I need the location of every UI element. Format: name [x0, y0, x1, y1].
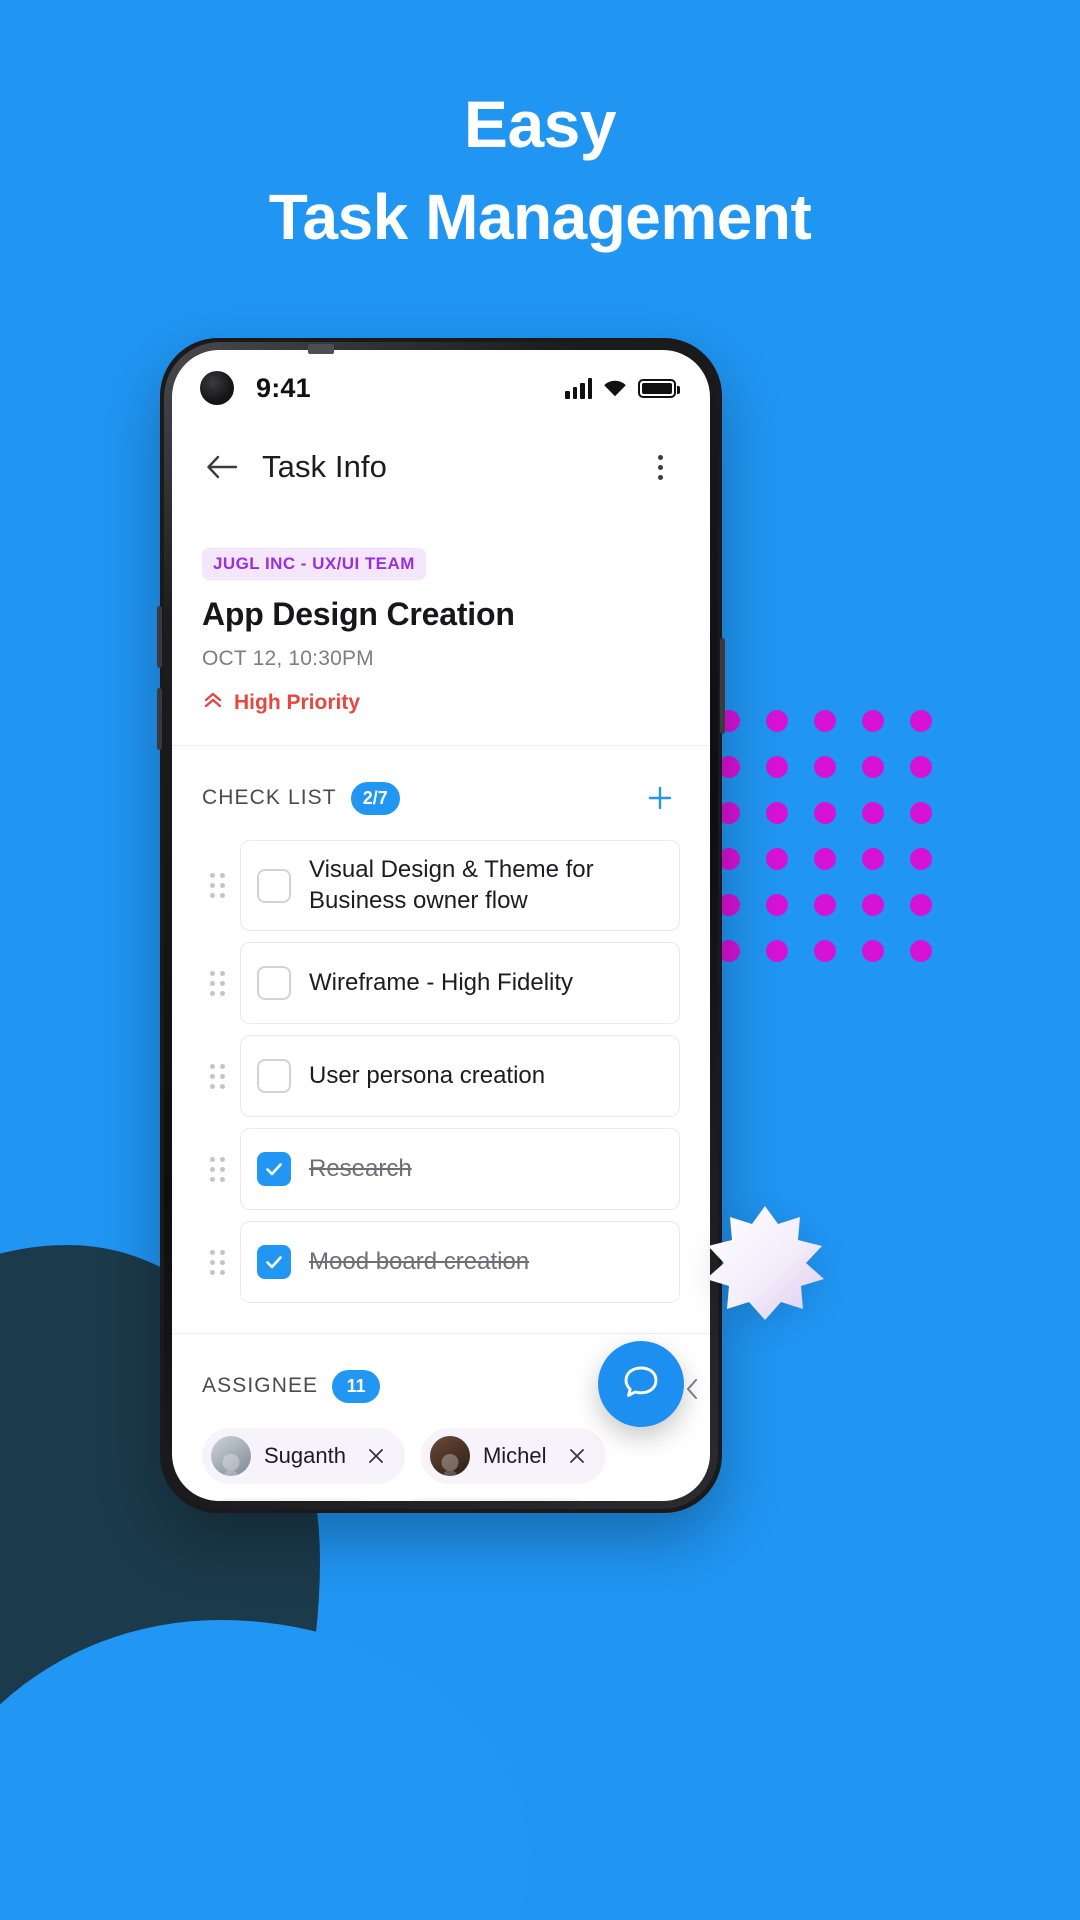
more-vertical-icon[interactable] [640, 445, 680, 489]
status-indicators [565, 377, 680, 399]
cellular-signal-icon [565, 377, 592, 399]
checklist-row[interactable]: Visual Design & Theme for Business owner… [202, 840, 680, 932]
avatar [211, 1436, 251, 1477]
blue-blob-decoration [0, 1620, 530, 1920]
checklist-row[interactable]: Research [202, 1128, 680, 1211]
checklist-item-label: User persona creation [309, 1062, 546, 1090]
checklist-item-card[interactable]: User persona creation [240, 1035, 680, 1118]
checklist-item-card[interactable]: Research [240, 1128, 680, 1211]
drag-handle-icon[interactable] [202, 1156, 232, 1182]
checklist-item-card[interactable]: Visual Design & Theme for Business owner… [240, 840, 680, 932]
chat-bubble-icon [619, 1360, 663, 1409]
page-title: Task Info [262, 449, 387, 484]
drag-handle-icon[interactable] [202, 873, 232, 899]
assignee-chip[interactable]: Diana [202, 1498, 381, 1501]
chat-fab-button[interactable] [598, 1341, 684, 1427]
assignee-chip[interactable]: Michel [420, 1428, 606, 1485]
assignee-chip[interactable]: Suganth [202, 1428, 405, 1485]
task-team-tag: JUGL INC - UX/UI TEAM [202, 548, 426, 580]
checkbox-unchecked-icon[interactable] [257, 966, 291, 1001]
drag-handle-icon[interactable] [202, 1249, 232, 1275]
checklist-label: CHECK LIST [202, 786, 337, 809]
star-sticker-decoration [702, 1204, 828, 1322]
chevrons-up-icon [202, 689, 224, 717]
assignee-name: Suganth [264, 1443, 346, 1469]
close-icon[interactable] [363, 1443, 389, 1469]
drag-handle-icon[interactable] [202, 1063, 232, 1089]
checkbox-checked-icon[interactable] [257, 1245, 291, 1280]
assignee-chip[interactable]: Annabel [396, 1498, 599, 1501]
headline-line-1: Easy [463, 87, 617, 161]
arrow-left-icon[interactable] [200, 445, 244, 489]
app-bar: Task Info [172, 426, 710, 508]
checklist-items: Visual Design & Theme for Business owner… [172, 840, 710, 1304]
add-checklist-item-button[interactable] [640, 778, 680, 818]
task-title: App Design Creation [202, 596, 515, 632]
assignee-count-badge: 11 [332, 1369, 381, 1403]
checklist-item-label: Mood board creation [309, 1248, 530, 1276]
status-bar: 9:41 [172, 350, 710, 426]
checklist-row[interactable]: User persona creation [202, 1035, 680, 1118]
avatar [429, 1436, 470, 1477]
checklist-item-card[interactable]: Mood board creation [240, 1221, 680, 1304]
front-camera-punchhole-icon [200, 371, 234, 405]
volume-up-button[interactable] [157, 606, 162, 668]
checklist-header: CHECK LIST 2/7 [172, 746, 710, 840]
assignee-label: ASSIGNEE [202, 1374, 319, 1398]
assignee-chip-list: Suganth Michel Diana [172, 1428, 710, 1501]
headline-line-2: Task Management [268, 180, 812, 253]
close-icon[interactable] [564, 1443, 590, 1469]
wifi-icon [602, 378, 628, 398]
checkbox-checked-icon[interactable] [257, 1152, 291, 1187]
checkbox-unchecked-icon[interactable] [257, 1059, 291, 1094]
checklist-item-label: Wireframe - High Fidelity [309, 969, 574, 997]
checklist-item-label: Research [309, 1155, 412, 1183]
checklist-row[interactable]: Mood board creation [202, 1221, 680, 1304]
task-priority: High Priority [202, 689, 680, 717]
phone-mockup: 9:41 Task Info JUGL INC - UX/UI TEAM App… [157, 338, 725, 1513]
battery-full-icon [638, 378, 680, 398]
task-priority-label: High Priority [234, 691, 361, 714]
dot-grid-decoration [718, 710, 1080, 995]
power-button[interactable] [720, 638, 725, 734]
volume-down-button[interactable] [157, 688, 162, 750]
phone-screen: 9:41 Task Info JUGL INC - UX/UI TEAM App… [172, 350, 710, 1501]
checklist-item-card[interactable]: Wireframe - High Fidelity [240, 942, 680, 1025]
checklist-item-label: Visual Design & Theme for Business owner… [309, 856, 594, 914]
earpiece-speaker [308, 344, 334, 354]
task-header: JUGL INC - UX/UI TEAM App Design Creatio… [172, 508, 710, 746]
drag-handle-icon[interactable] [202, 970, 232, 996]
poster-headline: Easy Task Management [0, 78, 1080, 263]
assignee-name: Michel [482, 1443, 547, 1469]
checklist-row[interactable]: Wireframe - High Fidelity [202, 942, 680, 1025]
status-time: 9:41 [256, 372, 311, 403]
checklist-count-badge: 2/7 [350, 781, 400, 815]
task-due-date: OCT 12, 10:30PM [202, 647, 374, 670]
chevron-left-icon [684, 1377, 700, 1407]
checkbox-unchecked-icon[interactable] [257, 868, 291, 903]
